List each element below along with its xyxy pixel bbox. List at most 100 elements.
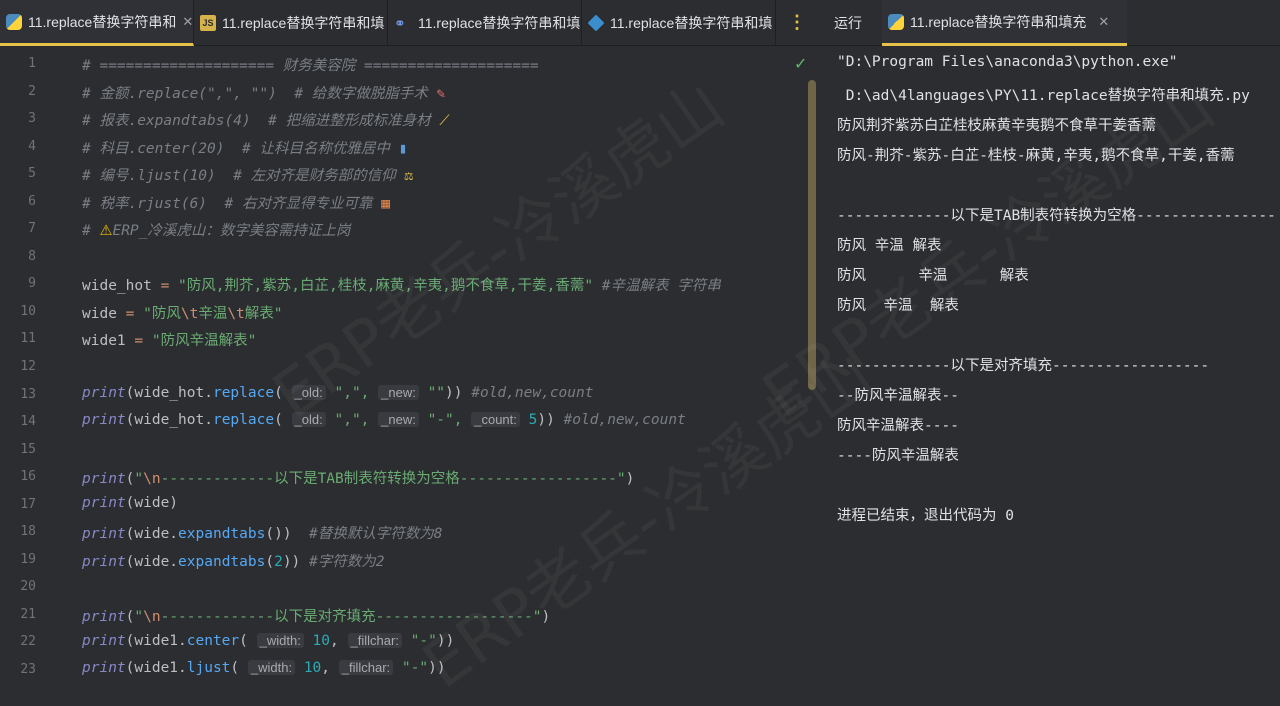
variable: wide_hot xyxy=(82,278,152,294)
line-number: 20 xyxy=(20,579,36,594)
builtin-function: print xyxy=(82,609,126,625)
method-name: expandtabs xyxy=(178,526,266,542)
comment: # 税率.rjust(6) # 右对齐显得专业可靠 xyxy=(82,196,382,212)
abacus-icon: ▦ xyxy=(381,196,390,212)
line-number: 2 xyxy=(28,84,36,99)
console-line: ----防风辛温解表 xyxy=(837,448,959,464)
line-number: 5 xyxy=(28,166,36,181)
code-token: , xyxy=(330,633,348,649)
code-token: )) xyxy=(436,633,455,649)
code-line-21: print("\n-------------以下是对齐填充-----------… xyxy=(82,605,550,626)
string-literal: ",", xyxy=(325,385,379,401)
comment: # 科目.center(20) # 让科目名称优雅居中 xyxy=(82,141,399,157)
close-icon[interactable]: ✕ xyxy=(1098,14,1109,30)
line-number: 14 xyxy=(20,414,36,429)
line-number: 10 xyxy=(20,304,36,319)
line-number: 9 xyxy=(28,276,36,291)
line-number: 6 xyxy=(28,194,36,209)
string-literal: "-" xyxy=(393,660,429,676)
builtin-function: print xyxy=(82,554,126,570)
link-file-icon: ⚭ xyxy=(394,15,406,31)
string-literal: "" xyxy=(418,385,446,401)
js-file-icon: JS xyxy=(200,15,216,31)
code-line-1: # ==================== 财务美容院 ===========… xyxy=(82,54,539,75)
number-literal: 10 xyxy=(303,633,331,649)
method-name: center xyxy=(186,633,240,649)
string-literal: "-", xyxy=(418,412,472,428)
code-token: ) xyxy=(541,609,551,625)
parameter-hint: _fillchar: xyxy=(338,660,394,675)
parameter-hint: _new: xyxy=(378,385,419,400)
string-literal: " xyxy=(134,471,144,487)
comment: #字符数为2 xyxy=(300,554,385,570)
more-tabs-icon[interactable]: ⋮ xyxy=(788,0,806,46)
code-token: ( xyxy=(274,412,292,428)
variable: wide xyxy=(82,306,117,322)
line-number-gutter: 1 2 3 4 5 6 7 8 9 10 11 12 13 14 15 16 1… xyxy=(0,48,60,678)
code-line-17: print(wide) xyxy=(82,495,178,511)
code-token: (wide_hot. xyxy=(125,412,213,428)
suit-icon: ▮ xyxy=(398,141,408,157)
code-line-23: print(wide1.ljust( _width: 10, _fillchar… xyxy=(82,660,446,676)
code-token: )) xyxy=(537,412,555,428)
code-token: (wide1. xyxy=(125,633,187,649)
number-literal: 5 xyxy=(519,412,538,428)
editor-tab-link[interactable]: ⚭ 11.replace替换字符串和填 xyxy=(388,0,582,46)
escape-sequence: \n xyxy=(143,609,161,625)
code-line-22: print(wide1.center( _width: 10, _fillcha… xyxy=(82,633,454,649)
python-file-icon xyxy=(6,13,22,30)
code-line-3: # 报表.expandtabs(4) # 把缩进整形成标准身材 ⟋ xyxy=(82,109,449,130)
string-literal: "防风,荆芥,紫苏,白芷,桂枝,麻黄,辛夷,鹅不食草,干姜,香薷" xyxy=(178,278,594,294)
operator: = xyxy=(116,306,144,322)
editor-tab-python[interactable]: 11.replace替换字符串和 ✕ xyxy=(0,0,194,46)
parameter-hint: _old: xyxy=(291,385,326,400)
number-literal: 10 xyxy=(295,660,322,676)
code-token: )) xyxy=(445,385,463,401)
code-token: (wide. xyxy=(125,526,179,542)
string-literal: "防风 xyxy=(143,306,181,322)
cube-file-icon xyxy=(587,14,605,32)
comment: # 报表.expandtabs(4) # 把缩进整形成标准身材 xyxy=(82,113,440,129)
parameter-hint: _fillchar: xyxy=(347,633,402,648)
operator: = xyxy=(151,278,179,294)
editor-scrollbar[interactable] xyxy=(808,80,816,390)
parameter-hint: _width: xyxy=(247,660,296,675)
line-number: 13 xyxy=(20,387,36,402)
builtin-function: print xyxy=(82,385,126,401)
console-line: D:\ad\4languages\PY\11.replace替换字符串和填充.p… xyxy=(837,88,1250,104)
close-icon[interactable]: ✕ xyxy=(182,14,193,30)
editor-tab-cube[interactable]: 11.replace替换字符串和填 xyxy=(582,0,776,46)
run-output-console[interactable]: "D:\Program Files\anaconda3\python.exe" … xyxy=(826,48,1280,678)
builtin-function: print xyxy=(82,633,126,649)
code-line-6: # 税率.rjust(6) # 右对齐显得专业可靠 ▦ xyxy=(82,192,390,213)
inspection-ok-icon[interactable]: ✓ xyxy=(794,54,807,73)
escape-sequence: \t xyxy=(227,306,245,322)
editor-tab-js[interactable]: JS 11.replace替换字符串和填 xyxy=(194,0,388,46)
line-number: 21 xyxy=(20,607,36,622)
run-tab[interactable]: 11.replace替换字符串和填充 ✕ xyxy=(882,0,1127,46)
line-number: 11 xyxy=(20,331,36,346)
code-token: ( xyxy=(274,385,292,401)
line-number: 4 xyxy=(28,139,36,154)
code-line-7: # ⚠ERP_冷溪虎山：数字美容需持证上岗 xyxy=(82,219,350,240)
string-literal: " xyxy=(134,609,144,625)
string-literal: 辛温 xyxy=(198,306,228,322)
code-line-10: wide = "防风\t辛温\t解表" xyxy=(82,302,283,323)
method-name: ljust xyxy=(186,660,231,676)
line-number: 15 xyxy=(20,442,36,457)
string-literal: "防风辛温解表" xyxy=(151,333,257,349)
code-token: )) xyxy=(282,554,301,570)
parameter-hint: _count: xyxy=(471,412,520,427)
string-literal: -------------以下是对齐填充------------------" xyxy=(160,609,542,625)
code-editor[interactable]: 1 2 3 4 5 6 7 8 9 10 11 12 13 14 15 16 1… xyxy=(0,48,816,678)
code-line-19: print(wide.expandtabs(2)) #字符数为2 xyxy=(82,550,385,571)
code-token: ( xyxy=(265,554,275,570)
scale-icon: ⚖ xyxy=(404,168,414,184)
escape-sequence: \n xyxy=(143,471,161,487)
comment: # ==================== 财务美容院 ===========… xyxy=(82,58,539,74)
code-token: )) xyxy=(428,660,446,676)
comment: # 金额.replace(",", "") # 给数字做脱脂手术 xyxy=(82,86,437,102)
comment: # 编号.ljust(10) # 左对齐是财务部的信仰 xyxy=(82,168,405,184)
variable: wide1 xyxy=(82,333,126,349)
string-literal: ",", xyxy=(325,412,379,428)
